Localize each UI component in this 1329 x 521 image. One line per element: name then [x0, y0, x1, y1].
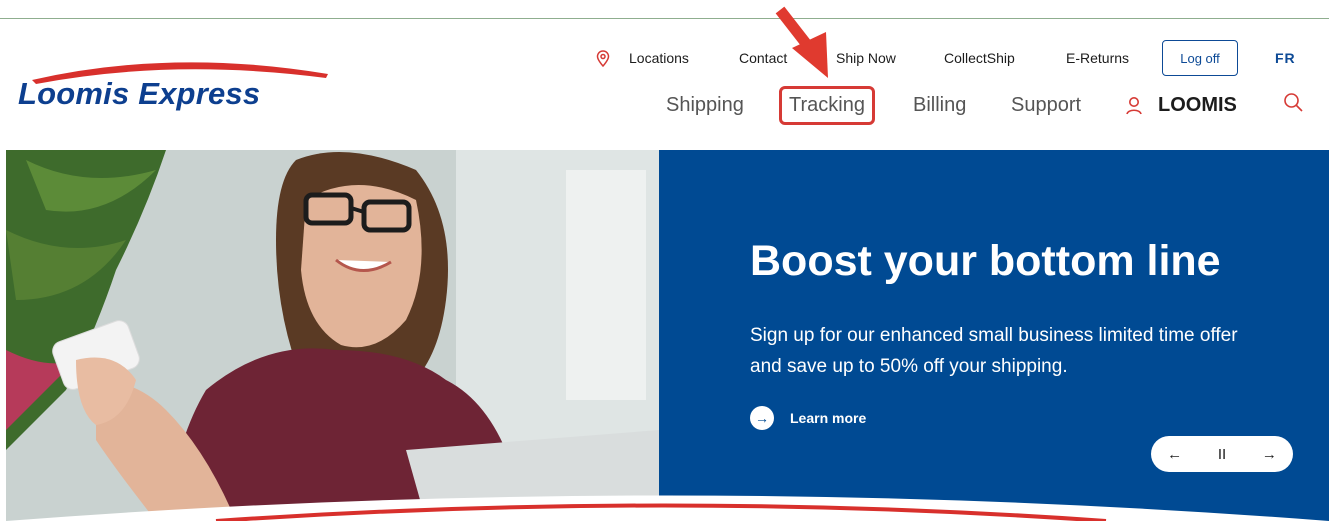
bottom-wave-divider	[6, 495, 1329, 521]
tracking-highlight	[779, 86, 875, 125]
annotation-arrow-icon	[775, 6, 828, 78]
ship-now-link[interactable]: Ship Now	[836, 50, 896, 66]
language-toggle[interactable]: FR	[1275, 50, 1296, 66]
location-pin-icon	[596, 50, 610, 68]
logoff-button[interactable]: Log off	[1162, 40, 1238, 76]
nav-billing[interactable]: Billing	[913, 94, 966, 117]
locations-link[interactable]: Locations	[629, 50, 689, 66]
account-name[interactable]: LOOMIS	[1158, 94, 1237, 117]
nav-shipping[interactable]: Shipping	[666, 94, 744, 117]
hero-carousel: Boost your bottom line Sign up for our e…	[6, 150, 1329, 521]
user-icon[interactable]	[1125, 96, 1143, 116]
search-icon[interactable]	[1283, 92, 1305, 114]
logo-text: Loomis Express	[18, 76, 261, 111]
nav-support[interactable]: Support	[1011, 94, 1081, 117]
logo[interactable]: Loomis Express	[12, 54, 332, 114]
collectship-link[interactable]: CollectShip	[944, 50, 1015, 66]
top-divider	[0, 18, 1329, 19]
ereturns-link[interactable]: E-Returns	[1066, 50, 1129, 66]
